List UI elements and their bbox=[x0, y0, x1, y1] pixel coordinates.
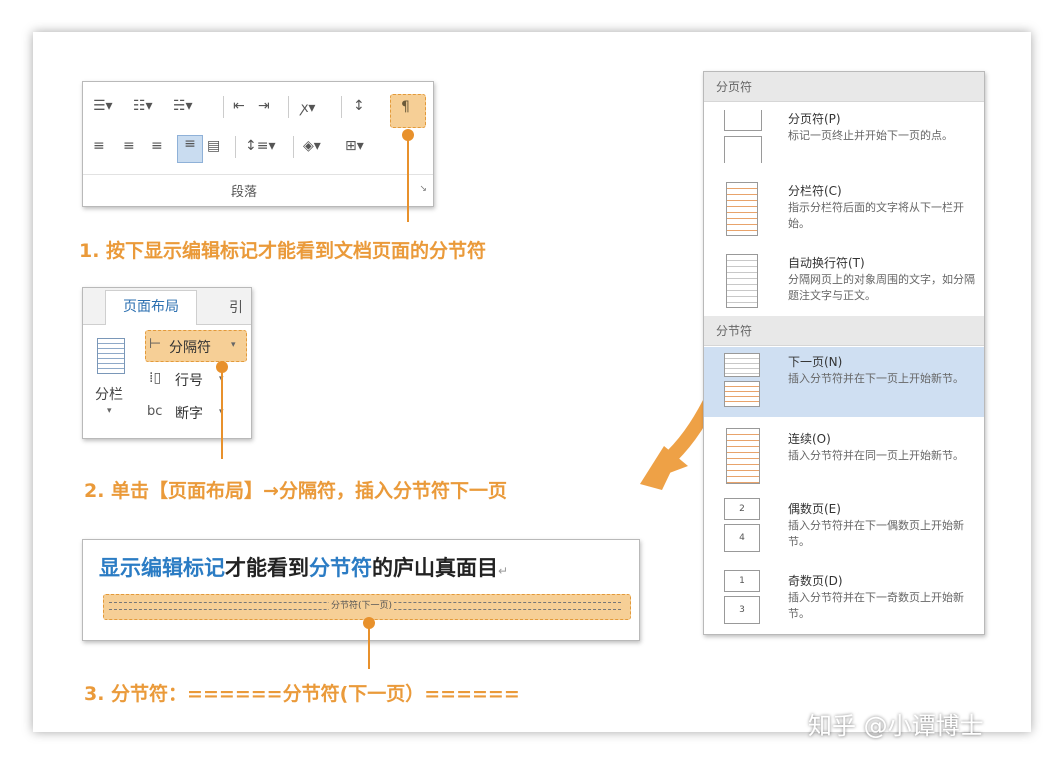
breaks-icon[interactable]: ⊢ bbox=[149, 336, 161, 352]
menu-header-page-breaks: 分页符 bbox=[704, 72, 984, 102]
odd-page-icon: 1 bbox=[724, 570, 760, 592]
shading-icon[interactable]: ◈▾ bbox=[303, 138, 321, 154]
menu-item-column-break[interactable]: 分栏符(C) 指示分栏符后面的文字将从下一栏开始。 bbox=[704, 176, 984, 246]
columns-icon[interactable] bbox=[97, 338, 125, 374]
line-spacing-icon[interactable]: ↕≡▾ bbox=[245, 138, 276, 154]
bullet-list-icon[interactable]: ☰▾ bbox=[93, 98, 113, 114]
menu-item-title: 自动换行符(T) bbox=[788, 256, 865, 270]
separator bbox=[235, 136, 236, 158]
multilevel-list-icon[interactable]: ☵▾ bbox=[173, 98, 193, 114]
separator bbox=[223, 96, 224, 118]
distributed-icon[interactable]: ▤ bbox=[207, 138, 220, 154]
step3-line bbox=[368, 627, 370, 669]
menu-item-title: 分页符(P) bbox=[788, 112, 841, 126]
menu-item-title: 偶数页(E) bbox=[788, 502, 841, 516]
menu-item-desc: 插入分节符并在下一偶数页上开始新节。 bbox=[788, 519, 964, 548]
menu-item-title: 下一页(N) bbox=[788, 355, 843, 369]
menu-item-next-page[interactable]: 下一页(N) 插入分节符并在下一页上开始新节。 bbox=[704, 347, 984, 417]
menu-item-desc: 分隔网页上的对象周围的文字，如分隔题注文字与正文。 bbox=[788, 273, 975, 302]
justify-icon[interactable]: ≡ bbox=[177, 135, 203, 163]
text-wrapping-icon bbox=[726, 254, 758, 308]
hyphenation-icon[interactable]: bc bbox=[147, 404, 162, 419]
sort-icon[interactable]: ↕ bbox=[353, 98, 365, 114]
sample-sentence: 显示编辑标记才能看到分节符的庐山真面目↵ bbox=[99, 552, 508, 582]
sample-part3: 分节符 bbox=[309, 556, 372, 580]
tab-page-layout[interactable]: 页面布局 bbox=[105, 290, 197, 325]
menu-item-desc: 插入分节符并在下一页上开始新节。 bbox=[788, 372, 964, 385]
menu-item-title: 分栏符(C) bbox=[788, 184, 842, 198]
step2-line bbox=[221, 371, 223, 459]
menu-item-text-wrapping[interactable]: 自动换行符(T) 分隔网页上的对象周围的文字，如分隔题注文字与正文。 bbox=[704, 248, 984, 318]
hyphenation-label[interactable]: 断字 bbox=[175, 403, 203, 423]
menu-item-page-break[interactable]: 分页符(P) 标记一页终止并开始下一页的点。 bbox=[704, 104, 984, 174]
step1-line bbox=[407, 139, 409, 222]
column-break-icon bbox=[726, 182, 758, 236]
section-break-label: 分节符(下一页) bbox=[329, 598, 395, 611]
menu-item-title: 奇数页(D) bbox=[788, 574, 843, 588]
odd-page-icon-bottom: 3 bbox=[724, 596, 760, 624]
columns-label[interactable]: 分栏 bbox=[95, 384, 123, 404]
watermark: 知乎 @小谭博士 bbox=[808, 712, 984, 740]
even-page-icon-bottom: 4 bbox=[724, 524, 760, 552]
menu-item-desc: 指示分栏符后面的文字将从下一栏开始。 bbox=[788, 201, 964, 230]
borders-icon[interactable]: ⊞▾ bbox=[345, 138, 364, 154]
breaks-label[interactable]: 分隔符 bbox=[169, 337, 211, 357]
line-numbers-icon[interactable]: ⁞▯ bbox=[149, 370, 161, 386]
step3-text: 3. 分节符：======分节符(下一页）====== bbox=[84, 683, 520, 705]
menu-item-desc: 插入分节符并在下一奇数页上开始新节。 bbox=[788, 591, 964, 620]
page-break-icon-bottom bbox=[724, 136, 762, 163]
step2-text: 2. 单击【页面布局】→分隔符，插入分节符下一页 bbox=[84, 480, 507, 502]
continuous-icon bbox=[726, 428, 760, 484]
menu-item-odd-page[interactable]: 1 3 奇数页(D) 插入分节符并在下一奇数页上开始新节。 bbox=[704, 566, 984, 636]
tab-references[interactable]: 引 bbox=[229, 297, 243, 317]
breaks-menu: 分页符 分页符(P) 标记一页终止并开始下一页的点。 分栏符(C) 指示分栏符后… bbox=[703, 71, 985, 635]
menu-item-even-page[interactable]: 2 4 偶数页(E) 插入分节符并在下一偶数页上开始新节。 bbox=[704, 494, 984, 564]
sample-part4: 的庐山真面目 bbox=[372, 556, 498, 580]
menu-header-section-breaks: 分节符 bbox=[704, 316, 984, 346]
group-divider bbox=[83, 174, 433, 175]
paragraph-group-label: 段落 bbox=[231, 185, 258, 200]
sample-part1: 显示编辑标记 bbox=[99, 556, 225, 580]
align-right-icon[interactable]: ≡ bbox=[151, 138, 163, 154]
align-left-icon[interactable]: ≡ bbox=[93, 138, 105, 154]
separator bbox=[288, 96, 289, 118]
line-numbers-label[interactable]: 行号 bbox=[175, 370, 203, 390]
menu-item-desc: 标记一页终止并开始下一页的点。 bbox=[788, 129, 953, 142]
paragraph-ribbon: ☰▾ ☷▾ ☵▾ ⇤ ⇥ ꭗ▾ ↕ ¶ ≡ ≡ ≡ ≡ ▤ ↕≡▾ ◈▾ ⊞▾ … bbox=[82, 81, 434, 207]
align-center-icon[interactable]: ≡ bbox=[123, 138, 135, 154]
menu-item-continuous[interactable]: 连续(O) 插入分节符并在同一页上开始新节。 bbox=[704, 424, 984, 494]
menu-item-desc: 插入分节符并在同一页上开始新节。 bbox=[788, 449, 964, 462]
columns-dropdown-icon[interactable]: ▾ bbox=[107, 406, 112, 416]
paragraph-mark-icon: ↵ bbox=[498, 564, 509, 578]
sample-part2: 才能看到 bbox=[225, 556, 309, 580]
step1-text: 1. 按下显示编辑标记才能看到文档页面的分节符 bbox=[79, 240, 487, 262]
next-page-icon bbox=[724, 353, 760, 377]
asian-layout-icon[interactable]: ꭗ▾ bbox=[301, 98, 315, 117]
dialog-launcher-icon[interactable]: ↘ bbox=[419, 184, 427, 194]
increase-indent-icon[interactable]: ⇥ bbox=[258, 98, 270, 114]
numbered-list-icon[interactable]: ☷▾ bbox=[133, 98, 153, 114]
decrease-indent-icon[interactable]: ⇤ bbox=[233, 98, 245, 114]
next-page-icon-bottom bbox=[724, 381, 760, 407]
separator bbox=[341, 96, 342, 118]
breaks-dropdown-icon[interactable]: ▾ bbox=[231, 340, 236, 350]
document-sample: 显示编辑标记才能看到分节符的庐山真面目↵ 分节符(下一页) bbox=[82, 539, 640, 641]
even-page-icon: 2 bbox=[724, 498, 760, 520]
page-break-icon bbox=[724, 110, 762, 131]
show-editing-marks-icon[interactable]: ¶ bbox=[401, 99, 410, 115]
menu-item-title: 连续(O) bbox=[788, 432, 831, 446]
separator bbox=[293, 136, 294, 158]
